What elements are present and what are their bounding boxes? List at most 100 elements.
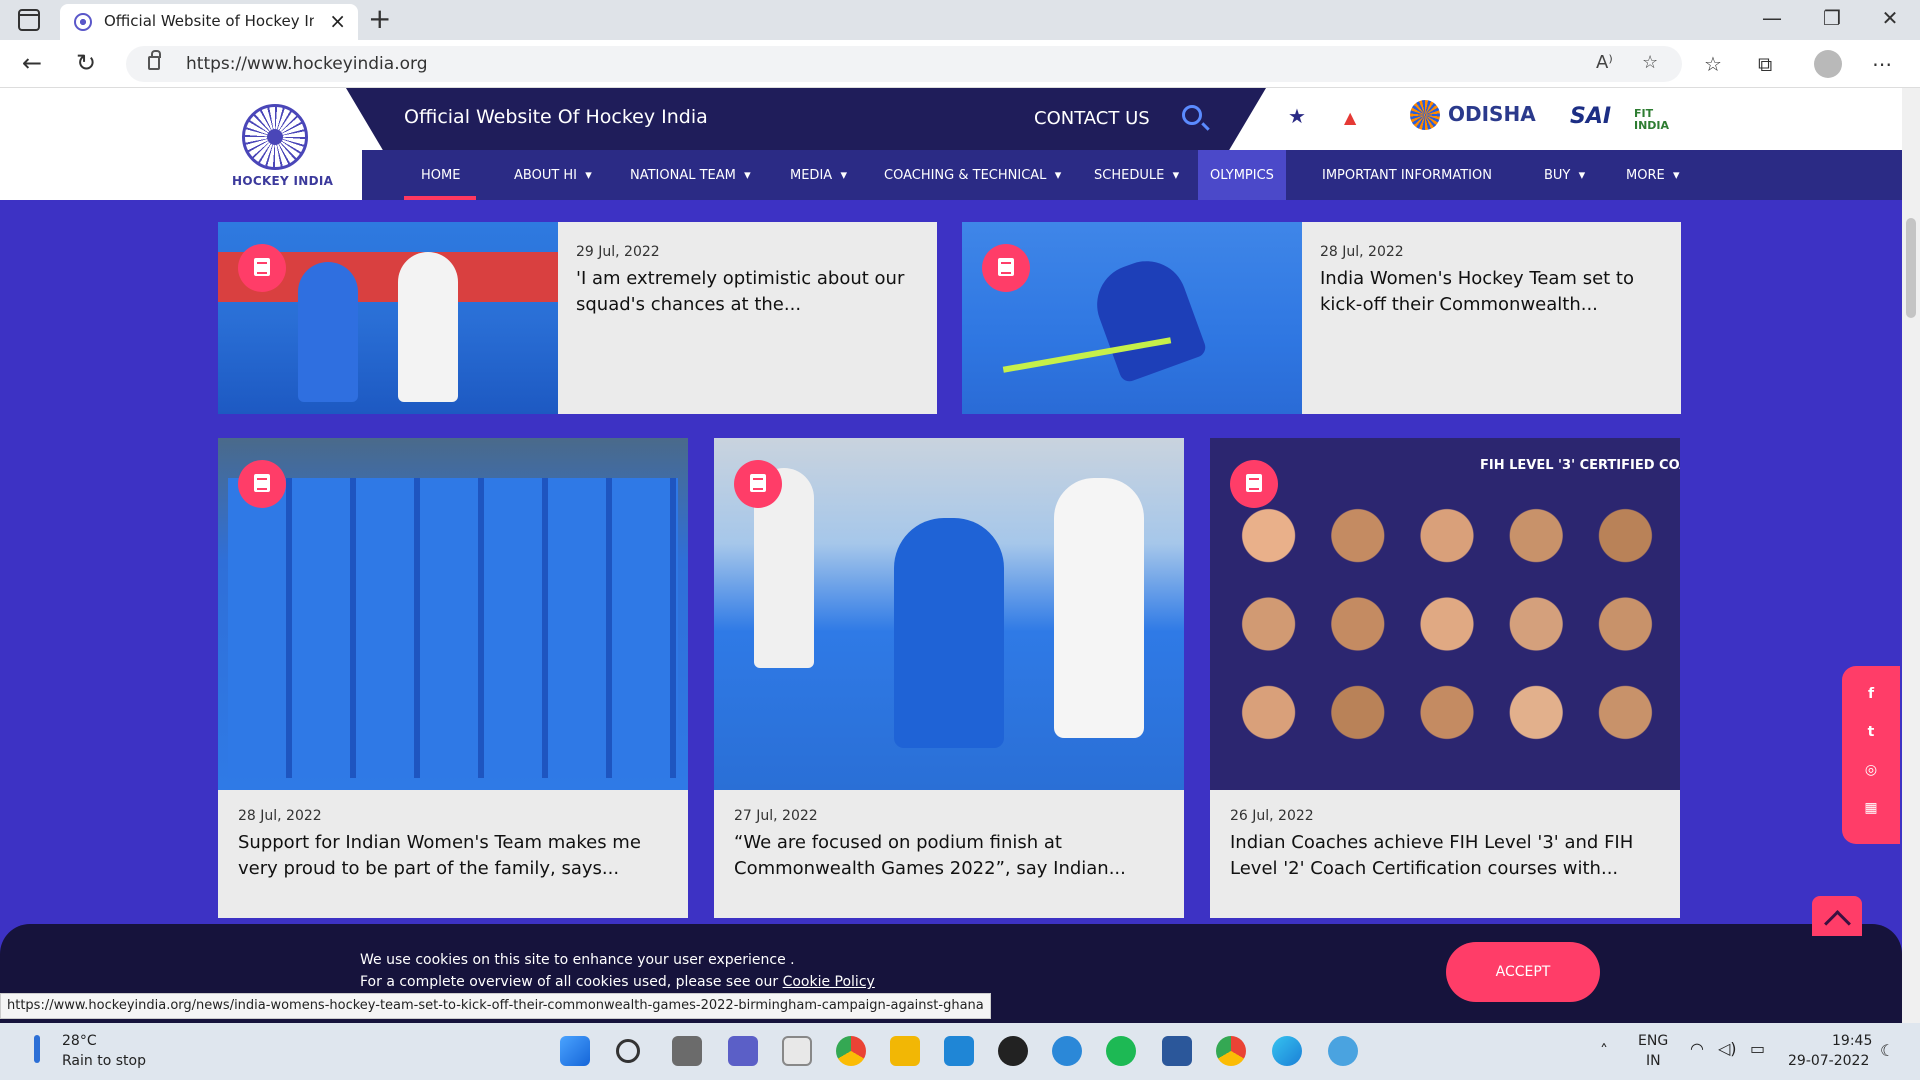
news-headline[interactable]: “We are focused on podium finish at Comm… bbox=[734, 830, 1164, 882]
language-region[interactable]: IN bbox=[1646, 1053, 1661, 1069]
scroll-to-top-button[interactable] bbox=[1812, 896, 1862, 936]
clock-time[interactable]: 19:45 bbox=[1832, 1033, 1872, 1049]
nav-national-team[interactable]: NATIONAL TEAM ▾ bbox=[630, 168, 751, 183]
show-hidden-icons[interactable]: ˄ bbox=[1600, 1041, 1608, 1060]
maximize-icon[interactable]: ❐ bbox=[1812, 6, 1852, 30]
search-taskbar-icon[interactable] bbox=[616, 1039, 640, 1063]
start-icon[interactable] bbox=[560, 1036, 590, 1066]
news-headline[interactable]: India Women's Hockey Team set to kick-of… bbox=[1320, 266, 1660, 318]
nav-media-label: MEDIA bbox=[790, 168, 833, 183]
coach-portraits bbox=[1224, 494, 1670, 754]
refresh-icon[interactable]: ↻ bbox=[76, 49, 96, 77]
back-icon[interactable]: ← bbox=[22, 49, 42, 77]
news-article-icon bbox=[982, 244, 1030, 292]
nav-coaching-technical[interactable]: COACHING & TECHNICAL ▾ bbox=[884, 168, 1061, 183]
app-icon[interactable] bbox=[1328, 1036, 1358, 1066]
weather-status[interactable]: Rain to stop bbox=[62, 1053, 146, 1069]
spotify-icon[interactable] bbox=[1106, 1036, 1136, 1066]
file-explorer-icon[interactable] bbox=[890, 1036, 920, 1066]
nav-media[interactable]: MEDIA ▾ bbox=[790, 168, 847, 183]
lock-icon[interactable] bbox=[148, 50, 161, 70]
news-photo[interactable]: FIH LEVEL '3' CERTIFIED COACH bbox=[1210, 438, 1680, 790]
windows-taskbar: 28°C Rain to stop ˄ ENG IN ◠ ◁) ▭ 19:45 … bbox=[0, 1023, 1920, 1080]
vscode-icon[interactable] bbox=[944, 1036, 974, 1066]
tab-actions-icon[interactable] bbox=[18, 9, 40, 31]
news-section: 29 Jul, 2022 'I am extremely optimistic … bbox=[0, 200, 1902, 1023]
scrollbar-thumb[interactable] bbox=[1906, 218, 1916, 318]
news-card[interactable]: 29 Jul, 2022 'I am extremely optimistic … bbox=[218, 222, 937, 414]
cookie-policy-link[interactable]: Cookie Policy bbox=[783, 974, 875, 990]
news-headline[interactable]: Indian Coaches achieve FIH Level '3' and… bbox=[1230, 830, 1660, 882]
volume-icon[interactable]: ◁) bbox=[1718, 1039, 1737, 1058]
news-headline[interactable]: Support for Indian Women's Team makes me… bbox=[238, 830, 668, 882]
nav-home[interactable]: HOME bbox=[421, 168, 460, 183]
read-aloud-icon[interactable]: A⁾ bbox=[1596, 52, 1613, 73]
news-card[interactable]: 27 Jul, 2022 “We are focused on podium f… bbox=[714, 438, 1184, 918]
news-photo[interactable] bbox=[962, 222, 1302, 414]
favorites-icon[interactable]: ☆ bbox=[1704, 52, 1722, 76]
nav-buy[interactable]: BUY ▾ bbox=[1544, 168, 1585, 183]
word-icon[interactable] bbox=[1162, 1036, 1192, 1066]
team-photo bbox=[228, 478, 678, 778]
chrome-icon[interactable] bbox=[836, 1036, 866, 1066]
store-icon[interactable] bbox=[782, 1036, 812, 1066]
social-share-bar: f t ◎ ▦ bbox=[1842, 666, 1900, 844]
collections-icon[interactable]: ⧉ bbox=[1758, 52, 1772, 76]
news-card[interactable]: FIH LEVEL '3' CERTIFIED COACH 26 Jul, 20… bbox=[1210, 438, 1680, 918]
chrome-profile-icon[interactable] bbox=[1216, 1036, 1246, 1066]
nav-coaching-label: COACHING & TECHNICAL bbox=[884, 168, 1047, 183]
nav-more-label: MORE bbox=[1626, 168, 1665, 183]
page-scrollbar[interactable] bbox=[1902, 88, 1920, 1023]
news-article-icon bbox=[734, 460, 782, 508]
news-photo[interactable] bbox=[218, 438, 688, 790]
chevron-down-icon: ▾ bbox=[1050, 168, 1062, 183]
url-field[interactable]: https://www.hockeyindia.org A⁾ ☆ bbox=[126, 46, 1682, 82]
site-title: Official Website Of Hockey India bbox=[404, 106, 708, 128]
more-options-icon[interactable]: ⋯ bbox=[1872, 52, 1892, 76]
instagram-icon[interactable]: ◎ bbox=[1862, 762, 1880, 780]
player-figure bbox=[298, 262, 358, 402]
news-card[interactable]: 28 Jul, 2022 Support for Indian Women's … bbox=[218, 438, 688, 918]
twitter-icon[interactable]: t bbox=[1862, 724, 1880, 742]
contact-us-link[interactable]: CONTACT US bbox=[1034, 108, 1150, 129]
minimize-icon[interactable]: — bbox=[1752, 6, 1792, 30]
news-photo[interactable] bbox=[218, 222, 558, 414]
nav-about-hi[interactable]: ABOUT HI ▾ bbox=[514, 168, 592, 183]
profile-avatar[interactable] bbox=[1814, 50, 1842, 78]
facebook-icon[interactable]: f bbox=[1862, 686, 1880, 704]
url-text[interactable]: https://www.hockeyindia.org bbox=[186, 54, 428, 74]
hockey-india-logo-icon[interactable] bbox=[242, 104, 308, 170]
news-article-icon bbox=[238, 460, 286, 508]
news-article-icon bbox=[238, 244, 286, 292]
accept-cookies-button[interactable]: ACCEPT bbox=[1446, 942, 1600, 1002]
battery-icon[interactable]: ▭ bbox=[1750, 1039, 1765, 1058]
weather-temperature[interactable]: 28°C bbox=[62, 1033, 97, 1049]
logo-text[interactable]: HOCKEY INDIA bbox=[232, 174, 333, 188]
clock-date[interactable]: 29-07-2022 bbox=[1788, 1053, 1869, 1069]
news-card[interactable]: 28 Jul, 2022 India Women's Hockey Team s… bbox=[962, 222, 1681, 414]
search-icon[interactable] bbox=[1182, 105, 1202, 125]
news-photo[interactable] bbox=[714, 438, 1184, 790]
wifi-icon[interactable]: ◠ bbox=[1690, 1039, 1704, 1058]
news-headline[interactable]: 'I am extremely optimistic about our squ… bbox=[576, 266, 916, 318]
nav-olympics[interactable]: OLYMPICS bbox=[1210, 168, 1274, 183]
nav-schedule[interactable]: SCHEDULE ▾ bbox=[1094, 168, 1179, 183]
weather-icon[interactable] bbox=[34, 1035, 40, 1063]
notifications-icon[interactable]: ☾ bbox=[1880, 1041, 1894, 1060]
browser-tab-active[interactable]: Official Website of Hockey India × bbox=[60, 4, 358, 40]
tab-close-icon[interactable]: × bbox=[329, 9, 346, 33]
logo-area[interactable]: HOCKEY INDIA bbox=[0, 88, 370, 200]
new-tab-icon[interactable]: + bbox=[368, 2, 391, 35]
nav-important-information[interactable]: IMPORTANT INFORMATION bbox=[1322, 168, 1492, 183]
chat-icon[interactable] bbox=[728, 1036, 758, 1066]
app-icon[interactable] bbox=[998, 1036, 1028, 1066]
app-icon[interactable] bbox=[1052, 1036, 1082, 1066]
nav-more[interactable]: MORE ▾ bbox=[1626, 168, 1680, 183]
calendar-icon[interactable]: ▦ bbox=[1862, 800, 1880, 818]
add-favorite-icon[interactable]: ☆ bbox=[1642, 52, 1658, 73]
edge-icon[interactable] bbox=[1272, 1036, 1302, 1066]
task-view-icon[interactable] bbox=[672, 1036, 702, 1066]
news-article-icon bbox=[1230, 460, 1278, 508]
language-indicator[interactable]: ENG bbox=[1638, 1033, 1668, 1049]
close-window-icon[interactable]: ✕ bbox=[1870, 6, 1910, 30]
